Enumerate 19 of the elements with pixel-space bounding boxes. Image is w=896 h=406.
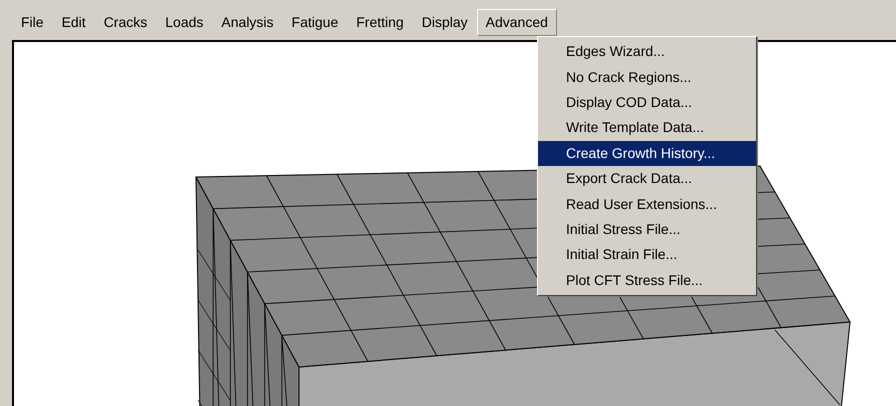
- menu-option[interactable]: Read User Extensions...: [538, 191, 756, 217]
- menu-item[interactable]: Advanced: [476, 8, 557, 36]
- menu-option[interactable]: Initial Stress File...: [538, 216, 756, 242]
- menu-item[interactable]: Cracks: [94, 8, 156, 36]
- menu-item[interactable]: Fatigue: [282, 8, 348, 36]
- menu-option[interactable]: No Crack Regions...: [538, 64, 756, 90]
- menu-item[interactable]: File: [12, 8, 53, 36]
- menu-option[interactable]: Edges Wizard...: [538, 39, 756, 64]
- menu-option[interactable]: Export Crack Data...: [538, 166, 756, 192]
- menu-option[interactable]: Plot CFT Stress File...: [538, 268, 756, 293]
- menu-option[interactable]: Initial Strain File...: [538, 242, 756, 268]
- menu-item[interactable]: Analysis: [212, 8, 283, 36]
- menu-option[interactable]: Write Template Data...: [538, 115, 756, 141]
- menu-option[interactable]: Display COD Data...: [538, 90, 756, 116]
- menu-item[interactable]: Display: [412, 8, 477, 36]
- menu-option[interactable]: Create Growth History...: [538, 140, 756, 166]
- menu-item[interactable]: Loads: [156, 8, 212, 36]
- menu-item[interactable]: Fretting: [347, 8, 413, 36]
- menu-item[interactable]: Edit: [52, 8, 95, 36]
